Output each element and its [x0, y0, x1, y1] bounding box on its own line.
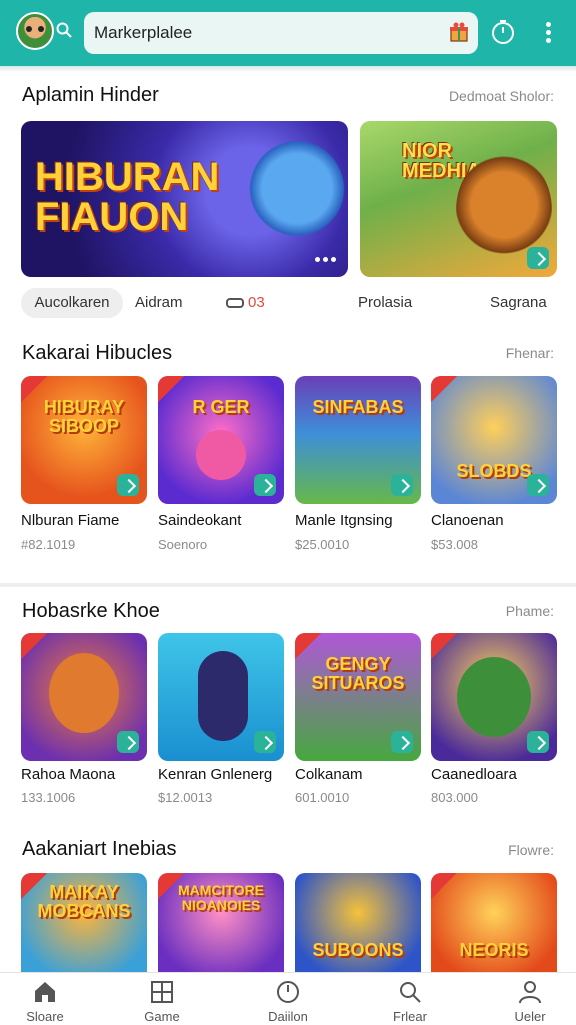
banner-title: HIBURAN FIAUON: [35, 155, 220, 239]
badge-icon: [391, 731, 413, 753]
carousel-dots[interactable]: [312, 249, 336, 267]
badge-icon: [527, 247, 549, 269]
game-price: #82.1019: [21, 537, 76, 552]
section-title-featured: Aplamin Hinder: [22, 84, 159, 106]
nav-item-ueler[interactable]: Ueler: [490, 979, 570, 1024]
nav-label: Frlear: [393, 1009, 427, 1024]
chip-toggle[interactable]: 03: [226, 288, 265, 318]
game-name: Nlburan Fiame: [21, 512, 120, 529]
game-name: Saindeokant: [158, 512, 242, 529]
section-title-3: Aakaniart Inebias: [22, 838, 177, 860]
game-tile[interactable]: R GER: [158, 376, 284, 504]
game-name: Manle Itgnsing: [295, 512, 393, 529]
badge-icon: [254, 731, 276, 753]
nav-label: Daiilon: [268, 1009, 308, 1024]
chip-prolasia[interactable]: Prolasia: [358, 288, 412, 318]
game-tile[interactable]: [21, 633, 147, 761]
bottom-nav: Sloare Game Daiilon Frlear Ueler: [0, 972, 576, 1025]
tile-art-text: MAMCITORE NIOANOIES: [177, 882, 265, 913]
badge-icon: [391, 474, 413, 496]
badge-icon: [254, 474, 276, 496]
tile-art-text: R GER: [192, 397, 250, 417]
tile-art-text: SINFABAS: [312, 397, 404, 417]
game-tile[interactable]: [158, 633, 284, 761]
grid-icon: [151, 981, 173, 1003]
game-price: $53.008: [431, 537, 478, 552]
chip-aucolkaren[interactable]: Aucolkaren: [21, 288, 123, 318]
tile-art-text: HIBURAY SIBOOP: [43, 397, 125, 436]
game-tile[interactable]: GENGY SITUAROS: [295, 633, 421, 761]
game-tile[interactable]: MAIKAY MOBCANS: [21, 873, 147, 972]
game-price: 803.000: [431, 790, 478, 805]
chip-aidram[interactable]: Aidram: [135, 288, 183, 318]
gift-icon[interactable]: [448, 21, 470, 43]
search-icon: [400, 982, 421, 1003]
chip-sagrana[interactable]: Sagrana: [490, 288, 547, 318]
game-name: Colkanam: [295, 766, 363, 783]
mascot-image: [249, 139, 345, 249]
section-link-2[interactable]: Phame:: [506, 603, 554, 619]
nav-item-game[interactable]: Game: [122, 979, 202, 1024]
game-tile[interactable]: MAMCITORE NIOANOIES: [158, 873, 284, 972]
featured-banner[interactable]: HIBURAN FIAUON: [21, 121, 348, 277]
search-icon[interactable]: [56, 22, 72, 38]
timer-icon[interactable]: [490, 19, 516, 45]
game-tile[interactable]: HIBURAY SIBOOP: [21, 376, 147, 504]
game-price: 601.0010: [295, 790, 350, 805]
game-price: $12.0013: [158, 790, 213, 805]
section-link-3[interactable]: Flowre:: [508, 842, 554, 858]
game-tile[interactable]: SLOBDS: [431, 376, 557, 504]
avatar[interactable]: [16, 12, 54, 50]
nav-label: Game: [144, 1009, 180, 1024]
section-divider: [0, 583, 576, 587]
nav-item-daiilon[interactable]: Daiilon: [248, 979, 328, 1024]
section-title-2: Hobasrke Khoe: [22, 600, 160, 622]
nav-label: Sloare: [26, 1009, 64, 1024]
game-tile[interactable]: [431, 633, 557, 761]
badge-icon: [117, 731, 139, 753]
section-title-1: Kakarai Hibucles: [22, 342, 173, 364]
tile-art-text: MAIKAY MOBCANS: [37, 882, 131, 921]
game-name: Rahoa Maona: [21, 766, 116, 783]
user-icon: [519, 981, 541, 1004]
game-name: Kenran Gnlenerg: [158, 766, 273, 783]
game-tile[interactable]: NEORIS: [431, 873, 557, 972]
nav-label: Ueler: [514, 1009, 546, 1024]
more-icon[interactable]: [538, 20, 558, 46]
clock-icon: [277, 981, 299, 1003]
game-price: Soenoro: [158, 537, 208, 552]
nav-item-frlear[interactable]: Frlear: [370, 979, 450, 1024]
game-price: 133.1006: [21, 790, 76, 805]
top-bar: [0, 0, 576, 66]
badge-icon: [527, 474, 549, 496]
game-tile[interactable]: SUBOONS: [295, 873, 421, 972]
game-price: $25.0010: [295, 537, 350, 552]
home-icon: [35, 982, 55, 1002]
tile-art-text: SUBOONS: [312, 940, 404, 960]
nav-item-home[interactable]: Sloare: [5, 979, 85, 1024]
badge-icon: [117, 474, 139, 496]
game-name: Clanoenan: [431, 512, 504, 529]
search-bar[interactable]: [84, 12, 478, 54]
badge-icon: [527, 731, 549, 753]
featured-banner-secondary[interactable]: NIOR MEDHIAS: [360, 121, 557, 277]
search-input[interactable]: [94, 22, 424, 44]
game-tile[interactable]: SINFABAS: [295, 376, 421, 504]
chip-toggle-label: 03: [248, 294, 265, 311]
section-link-1[interactable]: Fhenar:: [506, 345, 554, 361]
header-shadow: [0, 66, 576, 72]
tile-art-text: NEORIS: [459, 940, 529, 960]
tile-art-text: GENGY SITUAROS: [311, 654, 405, 693]
toggle-icon: [226, 298, 244, 309]
section-link-featured[interactable]: Dedmoat Sholor:: [449, 88, 554, 104]
game-name: Caanedloara: [431, 766, 517, 783]
